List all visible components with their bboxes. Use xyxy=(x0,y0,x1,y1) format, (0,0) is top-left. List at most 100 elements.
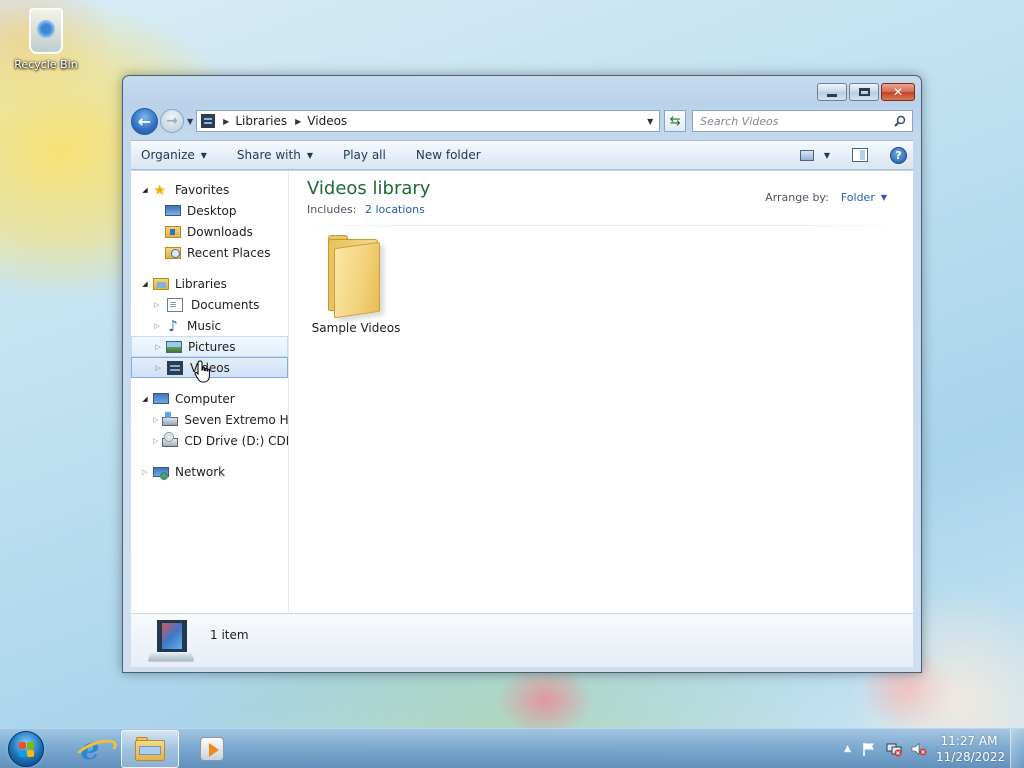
nav-recent-places[interactable]: Recent Places xyxy=(131,242,288,263)
computer-group: ◢ Computer ▷ Seven Extremo HD (C:) ▷ CD … xyxy=(131,388,288,451)
command-toolbar: Organize ▼ Share with ▼ Play all New fol… xyxy=(131,140,913,170)
recycle-bin-desktop-icon[interactable]: Recycle Bin xyxy=(12,8,80,71)
window-controls: ✕ xyxy=(817,83,915,101)
volume-muted-icon[interactable] xyxy=(911,741,927,757)
toolbar-right: ▼ ? xyxy=(799,146,907,164)
new-folder-button[interactable]: New folder xyxy=(416,148,481,162)
expanded-triangle-icon[interactable]: ◢ xyxy=(141,395,149,403)
breadcrumb-videos[interactable]: Videos xyxy=(307,114,347,128)
show-desktop-button[interactable] xyxy=(1010,729,1024,768)
forward-button[interactable]: → xyxy=(160,109,184,133)
maximize-button[interactable] xyxy=(849,83,879,101)
maximize-icon xyxy=(858,88,870,96)
start-button[interactable] xyxy=(8,731,44,767)
collapsed-triangle-icon[interactable]: ▷ xyxy=(153,416,158,424)
chevron-down-icon[interactable]: ▼ xyxy=(881,193,887,202)
taskbar-media-player[interactable] xyxy=(183,730,241,768)
favorites-group: ◢ ★ Favorites Desktop Downloads Recent P… xyxy=(131,179,288,263)
show-hidden-icons-button[interactable]: ▲ xyxy=(844,744,851,754)
videos-library-large-icon xyxy=(147,618,195,664)
taskbar-internet-explorer[interactable]: e xyxy=(61,730,119,768)
folder-item-label: Sample Videos xyxy=(311,321,401,335)
navigation-bar: ← → ▼ ▶ Libraries ▶ Videos ▼ ⇆ xyxy=(131,107,913,135)
minimize-button[interactable] xyxy=(817,83,847,101)
media-player-icon xyxy=(200,737,224,761)
search-icon[interactable] xyxy=(894,115,906,127)
collapsed-triangle-icon[interactable]: ▷ xyxy=(153,437,158,445)
network-status-icon[interactable] xyxy=(886,741,902,757)
navigation-pane: ◢ ★ Favorites Desktop Downloads Recent P… xyxy=(131,171,289,613)
file-list-pane: Videos library Includes: 2 locations Arr… xyxy=(289,171,913,613)
taskbar-windows-explorer[interactable] xyxy=(121,730,179,768)
nav-favorites-label: Favorites xyxy=(175,182,230,197)
videos-icon xyxy=(167,360,183,375)
address-bar[interactable]: ▶ Libraries ▶ Videos ▼ xyxy=(196,110,661,132)
share-with-button[interactable]: Share with ▼ xyxy=(237,148,313,162)
computer-icon xyxy=(153,393,169,404)
nav-libraries[interactable]: ◢ Libraries xyxy=(131,273,288,294)
nav-local-disk-label: Seven Extremo HD (C:) xyxy=(184,412,289,427)
network-icon xyxy=(153,466,169,480)
organize-label: Organize xyxy=(141,148,195,162)
minimize-icon xyxy=(827,93,837,97)
arrange-by: Arrange by: Folder ▼ xyxy=(765,191,887,204)
close-button[interactable]: ✕ xyxy=(881,83,915,101)
collapsed-triangle-icon[interactable]: ▷ xyxy=(154,364,162,372)
nav-cd-drive[interactable]: ▷ CD Drive (D:) CDROM xyxy=(131,430,288,451)
recent-pages-dropdown[interactable]: ▼ xyxy=(187,117,193,126)
play-all-label: Play all xyxy=(342,148,386,162)
collapsed-triangle-icon[interactable]: ▷ xyxy=(141,468,149,476)
expanded-triangle-icon[interactable]: ◢ xyxy=(141,186,149,194)
breadcrumb-chevron-icon[interactable]: ▶ xyxy=(295,117,301,126)
refresh-button[interactable]: ⇆ xyxy=(664,110,687,132)
collapsed-triangle-icon[interactable]: ▷ xyxy=(153,322,161,330)
explorer-window: ✕ ← → ▼ ▶ Libraries ▶ Videos ▼ ⇆ Organiz… xyxy=(122,75,922,673)
action-center-flag-icon[interactable] xyxy=(861,741,877,757)
nav-libraries-label: Libraries xyxy=(175,276,227,291)
includes-label: Includes: xyxy=(307,203,357,216)
nav-documents[interactable]: ▷ Documents xyxy=(131,294,288,315)
nav-downloads[interactable]: Downloads xyxy=(131,221,288,242)
details-pane: 1 item xyxy=(131,613,913,667)
recycle-bin-icon xyxy=(29,8,63,54)
nav-pictures-label: Pictures xyxy=(188,339,236,354)
library-locations-link[interactable]: 2 locations xyxy=(365,203,425,216)
hard-drive-icon xyxy=(162,412,179,426)
nav-network[interactable]: ▷ Network xyxy=(131,461,288,482)
recent-places-icon xyxy=(165,246,181,259)
nav-computer[interactable]: ◢ Computer xyxy=(131,388,288,409)
music-icon: ♪ xyxy=(168,316,178,335)
search-input[interactable] xyxy=(700,114,901,128)
clock[interactable]: 11:27 AM 11/28/2022 xyxy=(936,733,1005,765)
change-view-icon[interactable] xyxy=(799,149,814,161)
downloads-icon xyxy=(165,225,181,238)
view-options-chevron-icon[interactable]: ▼ xyxy=(824,151,830,160)
preview-pane-icon[interactable] xyxy=(852,148,868,162)
back-button[interactable]: ← xyxy=(131,107,158,135)
nav-local-disk[interactable]: ▷ Seven Extremo HD (C:) xyxy=(131,409,288,430)
breadcrumb-libraries[interactable]: Libraries xyxy=(235,114,287,128)
help-icon[interactable]: ? xyxy=(890,146,907,164)
nav-desktop-label: Desktop xyxy=(187,203,237,218)
organize-button[interactable]: Organize ▼ xyxy=(141,148,207,162)
folder-icon xyxy=(322,233,390,319)
nav-desktop[interactable]: Desktop xyxy=(131,200,288,221)
play-all-button[interactable]: Play all xyxy=(343,148,386,162)
share-with-label: Share with xyxy=(236,148,301,162)
collapsed-triangle-icon[interactable]: ▷ xyxy=(154,343,162,351)
nav-cd-drive-label: CD Drive (D:) CDROM xyxy=(184,433,288,448)
nav-pictures[interactable]: ▷ Pictures xyxy=(131,336,288,357)
expanded-triangle-icon[interactable]: ◢ xyxy=(141,280,149,288)
nav-favorites[interactable]: ◢ ★ Favorites xyxy=(131,179,288,200)
desktop-icon xyxy=(165,205,181,216)
library-title: Videos library xyxy=(307,178,431,199)
address-dropdown-icon[interactable]: ▼ xyxy=(641,111,659,131)
search-box[interactable] xyxy=(692,110,913,132)
network-group: ▷ Network xyxy=(131,461,288,482)
folder-item-sample-videos[interactable]: Sample Videos xyxy=(303,233,409,335)
collapsed-triangle-icon[interactable]: ▷ xyxy=(153,301,161,309)
nav-music[interactable]: ▷ ♪ Music xyxy=(131,315,288,336)
hand-cursor-icon xyxy=(194,360,210,383)
breadcrumb-chevron-icon[interactable]: ▶ xyxy=(223,117,229,126)
arrange-by-dropdown[interactable]: Folder xyxy=(841,191,875,204)
